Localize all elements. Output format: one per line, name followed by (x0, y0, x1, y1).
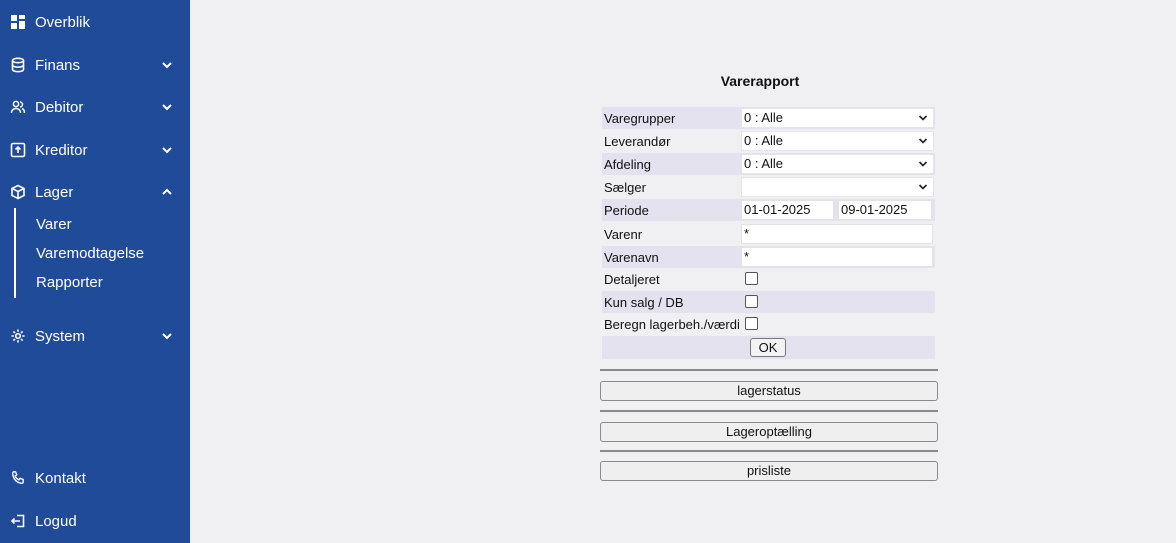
periode-label: Periode (604, 203, 649, 218)
periode-row: Periode 01-01-2025 09-01-2025 (602, 199, 935, 221)
kun-salg-checkbox[interactable] (745, 295, 758, 308)
varegrupper-select[interactable]: 0 : Alle (741, 108, 934, 128)
varegrupper-label: Varegrupper (604, 111, 676, 126)
leverandor-select[interactable]: 0 : Alle (741, 131, 934, 151)
page-title: Varerapport (720, 73, 800, 89)
detaljeret-row: Detaljeret (602, 268, 935, 290)
sidebar-item-kreditor[interactable]: Kreditor (0, 135, 190, 165)
divider (600, 410, 938, 412)
chevron-up-icon[interactable] (160, 185, 174, 199)
sidebar-item-system[interactable]: System (0, 321, 190, 351)
detaljeret-checkbox[interactable] (745, 272, 758, 285)
sidebar-item-debitor[interactable]: Debitor (0, 92, 190, 122)
lageroptaelling-button[interactable]: Lageroptælling (600, 422, 938, 442)
chevron-down-icon[interactable] (160, 329, 174, 343)
varegrupper-value: 0 : Alle (744, 110, 784, 125)
leverandor-row: Leverandør 0 : Alle (602, 130, 935, 152)
sidebar-item-lager[interactable]: Lager (0, 177, 190, 207)
saelger-label: Sælger (604, 180, 646, 195)
box-icon (10, 184, 26, 200)
prisliste-button[interactable]: prisliste (600, 461, 938, 481)
database-icon (10, 57, 26, 73)
chevron-down-icon[interactable] (160, 58, 174, 72)
varenavn-row: Varenavn * (602, 246, 935, 268)
sidebar-item-label: Kontakt (35, 469, 86, 487)
sidebar-item-kontakt[interactable]: Kontakt (0, 463, 190, 493)
sidebar-item-label: Finans (35, 56, 81, 74)
sidebar-subitem-rapporter[interactable]: Rapporter (36, 274, 103, 291)
varenavn-label: Varenavn (604, 250, 659, 265)
sidebar-item-label: Debitor (35, 98, 84, 116)
chevron-down-icon (918, 138, 928, 144)
users-icon (10, 99, 26, 115)
divider (600, 450, 938, 452)
dashboard-icon (10, 14, 26, 30)
varenr-row: Varenr * (602, 223, 935, 245)
submenu-line (14, 208, 16, 298)
chevron-down-icon (918, 115, 928, 121)
sidebar-item-label: Kreditor (35, 141, 88, 159)
sidebar-subitem-varemodtagelse[interactable]: Varemodtagelse (36, 245, 144, 262)
gear-icon (10, 328, 26, 344)
logout-icon (10, 513, 26, 529)
varenavn-input[interactable]: * (741, 247, 933, 267)
sidebar-item-finans[interactable]: Finans (0, 50, 190, 80)
periode-from-input[interactable]: 01-01-2025 (741, 200, 834, 220)
inbox-icon (10, 142, 26, 158)
afdeling-select[interactable]: 0 : Alle (741, 154, 934, 174)
beregn-label: Beregn lagerbeh./værdi (604, 317, 740, 332)
lagerstatus-button[interactable]: lagerstatus (600, 381, 938, 401)
sidebar: Overblik Finans Debitor Kreditor Lager V… (0, 0, 190, 543)
saelger-row: Sælger (602, 176, 935, 198)
sidebar-item-label: Overblik (35, 13, 91, 31)
chevron-down-icon (918, 161, 928, 167)
chevron-down-icon (918, 184, 928, 190)
beregn-row: Beregn lagerbeh./værdi (602, 313, 935, 335)
varenr-input[interactable]: * (741, 224, 933, 244)
periode-to-input[interactable]: 09-01-2025 (838, 200, 932, 220)
phone-icon (10, 470, 26, 486)
sidebar-item-label: System (35, 327, 86, 345)
chevron-down-icon[interactable] (160, 143, 174, 157)
saelger-select[interactable] (741, 177, 934, 197)
afdeling-row: Afdeling 0 : Alle (602, 153, 935, 175)
sidebar-item-label: Lager (35, 183, 74, 201)
leverandor-value: 0 : Alle (744, 133, 784, 148)
ok-button[interactable]: OK (750, 338, 786, 357)
kun-salg-label: Kun salg / DB (604, 295, 684, 310)
leverandor-label: Leverandør (604, 134, 671, 149)
varenr-label: Varenr (604, 227, 643, 242)
sidebar-item-logud[interactable]: Logud (0, 506, 190, 536)
afdeling-label: Afdeling (604, 157, 651, 172)
varegrupper-row: Varegrupper 0 : Alle (602, 107, 935, 129)
kun-salg-row: Kun salg / DB (602, 291, 935, 313)
divider (600, 369, 938, 371)
sidebar-subitem-varer[interactable]: Varer (36, 216, 72, 233)
afdeling-value: 0 : Alle (744, 156, 784, 171)
detaljeret-label: Detaljeret (604, 272, 660, 287)
sidebar-item-label: Logud (35, 512, 77, 530)
sidebar-item-overblik[interactable]: Overblik (0, 7, 190, 37)
beregn-checkbox[interactable] (745, 317, 758, 330)
chevron-down-icon[interactable] (160, 100, 174, 114)
